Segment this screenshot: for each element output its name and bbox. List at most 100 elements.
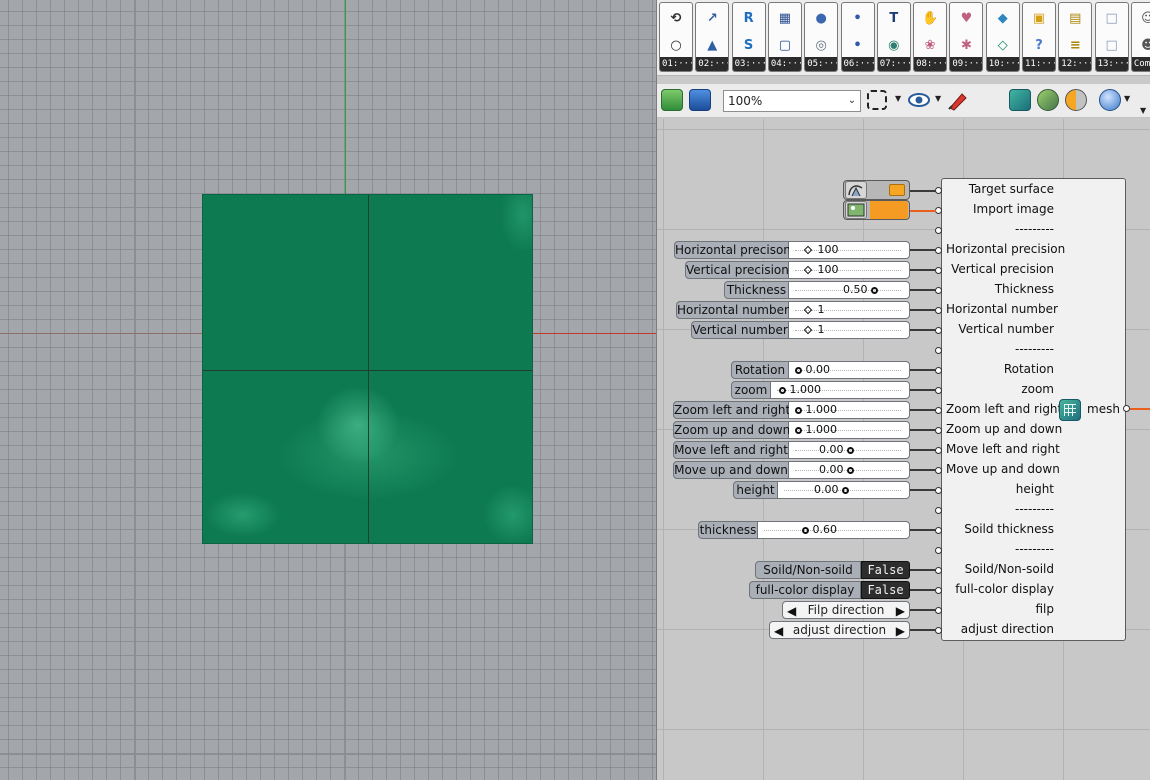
number-slider[interactable]: 0.00 [789,461,910,479]
input-grip[interactable] [935,607,942,614]
number-slider[interactable]: 1.000 [789,421,910,439]
slider-knob-icon[interactable] [779,387,786,394]
colors-icon[interactable]: ▣ [1028,7,1050,29]
toggle-name[interactable]: Soild/Non-soild [755,561,861,579]
green-mesh-surface[interactable] [202,194,533,544]
person-icon[interactable]: ☺ [1137,7,1150,29]
box-icon[interactable]: ▤ [1064,7,1086,29]
slider-knob-icon[interactable] [803,265,813,275]
slider-knob-icon[interactable] [803,305,813,315]
zoom-extents-icon[interactable] [867,90,887,110]
input-grip[interactable] [935,587,942,594]
ribbon-tab-2[interactable]: ↗ ▲ 02:··· [695,2,730,72]
number-slider[interactable]: 100 [789,261,910,279]
toolbar-overflow-icon[interactable]: ▼ [1140,106,1146,115]
ribbon-tab-12[interactable]: ▤ ≡ 12:··· [1058,2,1093,72]
text-icon[interactable]: T [883,7,905,29]
globe-icon[interactable]: ◉ [883,34,905,56]
arrow-left-icon[interactable]: ◀ [774,623,783,639]
number-slider[interactable]: 0.00 [789,441,910,459]
number-slider[interactable]: 1.000 [789,401,910,419]
slider-knob-icon[interactable] [871,287,878,294]
network-icon[interactable]: ▲ [701,34,723,56]
input-grip[interactable] [935,427,942,434]
input-grip[interactable] [935,487,942,494]
input-grip[interactable] [935,287,942,294]
slider-knob-icon[interactable] [802,527,809,534]
input-grip[interactable] [935,207,942,214]
zoom-select[interactable]: 100% ⌄ [723,90,861,112]
slider-name[interactable]: height [733,481,778,499]
number-slider[interactable]: 100 [789,241,910,259]
ribbon-tab-1[interactable]: ⟲ ○ 01:··· [659,2,693,72]
arrow-right-icon[interactable]: ▶ [896,623,905,639]
slider-name[interactable]: Horizontal precison [674,241,791,259]
slider-name[interactable]: Zoom up and down [673,421,790,439]
input-grip[interactable] [935,407,942,414]
number-slider[interactable]: 0.00 [778,481,910,499]
ribbon-tab-9[interactable]: ♥ ✱ 09:··· [949,2,984,72]
output-mesh-grip[interactable] [1123,405,1130,412]
value-list[interactable]: ◀ Filp direction ▶ [782,601,910,619]
number-slider[interactable]: 1 [789,301,910,319]
slider-name[interactable]: thickness [698,521,758,539]
sq-surface-icon[interactable]: S [738,34,760,56]
slider-knob-icon[interactable] [847,467,854,474]
connect-nodes-icon[interactable]: • [847,7,869,29]
value-list[interactable]: ◀ adjust direction ▶ [769,621,910,639]
slider-name[interactable]: Move up and down [673,461,789,479]
ribbon-tab-11[interactable]: ▣? 11:··· [1022,2,1056,72]
number-slider[interactable]: 0.60 [758,521,910,539]
open-file-icon[interactable] [661,89,683,111]
input-grip[interactable] [935,247,942,254]
stack-icon[interactable]: ≡ [1064,34,1086,56]
slider-name[interactable]: Zoom left and right [673,401,790,419]
slider-name[interactable]: Horizontal number [676,301,789,319]
input-grip[interactable] [935,387,942,394]
image-param[interactable] [843,200,910,220]
dropdown-caret-icon[interactable]: ▼ [895,94,901,103]
input-grip[interactable] [935,447,942,454]
mesh-wave-icon[interactable]: ◇ [992,34,1014,56]
input-grip[interactable] [935,367,942,374]
transform-icon[interactable]: ↗ [701,7,723,29]
preview-mesh-icon[interactable] [1009,89,1031,111]
input-grip[interactable] [935,227,942,234]
link-nodes-icon[interactable]: • [847,34,869,56]
input-grip[interactable] [935,567,942,574]
ribbon-tab-10[interactable]: ◆ ◇ 10:··· [985,2,1020,72]
grid-surface-icon[interactable]: ▦ [774,7,796,29]
input-grip[interactable] [935,347,942,354]
input-grip[interactable] [935,307,942,314]
figures-icon[interactable]: ✱ [955,34,977,56]
mesh-tile-icon[interactable]: ◆ [992,7,1014,29]
sphere-display-icon[interactable] [1099,89,1121,111]
sketch-pen-icon[interactable] [947,89,969,111]
input-grip[interactable] [935,267,942,274]
slider-knob-icon[interactable] [847,447,854,454]
ribbon-tab-8[interactable]: ✋ ❀ 08:··· [913,2,948,72]
sphere-outline-icon[interactable]: ◎ [810,34,832,56]
arrow-left-icon[interactable]: ◀ [787,603,796,619]
ribbon-tab-3[interactable]: R S 03:··· [731,2,766,72]
slider-knob-icon[interactable] [795,427,802,434]
slider-knob-icon[interactable] [795,367,802,374]
circle-icon[interactable]: ○ [665,34,687,56]
people-icon[interactable]: ☻ [1137,34,1150,56]
re-surface-icon[interactable]: R [738,7,760,29]
dropdown-caret-icon[interactable]: ▼ [1124,94,1130,103]
slider-knob-icon[interactable] [842,487,849,494]
slider-name[interactable]: Thickness [724,281,789,299]
atom-icon[interactable]: ❀ [919,34,941,56]
arrow-right-icon[interactable]: ▶ [896,603,905,619]
input-grip[interactable] [935,627,942,634]
slider-knob-icon[interactable] [803,325,813,335]
preview-wire-icon[interactable] [1037,89,1059,111]
number-slider[interactable]: 0.50 [789,281,910,299]
input-grip[interactable] [935,507,942,514]
toggle-name[interactable]: full-color display [749,581,861,599]
input-grip[interactable] [935,467,942,474]
number-slider[interactable]: 0.00 [789,361,910,379]
input-grip[interactable] [935,187,942,194]
brain-icon[interactable]: ♥ [955,7,977,29]
